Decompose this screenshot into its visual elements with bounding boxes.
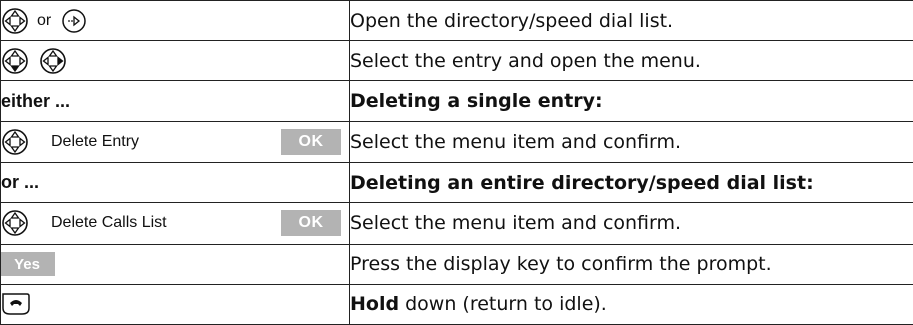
key-cell: Yes (0, 243, 350, 285)
key-cell: Delete Calls List OK (0, 202, 350, 245)
instruction-text: Open the directory/speed dial list. (349, 0, 913, 42)
key-cell: Delete Entry OK (0, 120, 350, 163)
instruction-text: Select the menu item and confirm. (349, 202, 913, 245)
control-key-icon (2, 209, 30, 237)
instruction-text: Select the entry and open the menu. (349, 40, 913, 82)
branch-label: either ... (0, 80, 350, 122)
table-row: Hold down (return to idle). (0, 283, 913, 325)
or-separator: or (37, 11, 52, 29)
table-row: or ... Deleting an entire directory/spee… (0, 161, 913, 204)
table-row: Delete Entry OK Select the menu item and… (0, 120, 913, 163)
section-heading: Deleting a single entry: (349, 80, 913, 122)
yes-softkey: Yes (1, 252, 55, 277)
key-cell: or (0, 0, 350, 42)
instruction-text: Hold down (return to idle). (349, 283, 913, 325)
control-key-icon (2, 7, 30, 35)
table-row: either ... Deleting a single entry: (0, 80, 913, 122)
key-cell (0, 283, 350, 325)
branch-label: or ... (0, 161, 350, 204)
menu-item-label: Delete Calls List (51, 214, 167, 232)
end-call-key-icon (2, 291, 32, 317)
instruction-rest-text: down (return to idle). (399, 293, 607, 316)
instruction-table: or Open the directory/speed dial list. S… (0, 0, 913, 325)
key-cell (0, 40, 350, 82)
emphasis-text: Hold (350, 293, 400, 316)
menu-item-label: Delete Entry (51, 132, 140, 150)
control-key-right-icon (39, 47, 67, 75)
menu-key-icon (61, 8, 87, 34)
control-key-down-icon (2, 47, 30, 75)
ok-softkey: OK (281, 128, 341, 155)
ok-softkey: OK (281, 210, 341, 237)
table-row: Select the entry and open the menu. (0, 40, 913, 82)
instruction-text: Select the menu item and confirm. (349, 120, 913, 163)
table-row: or Open the directory/speed dial list. (0, 0, 913, 42)
control-key-icon (2, 128, 30, 156)
table-row: Delete Calls List OK Select the menu ite… (0, 202, 913, 245)
table-row: Yes Press the display key to confirm the… (0, 243, 913, 285)
instruction-text: Press the display key to confirm the pro… (349, 243, 913, 285)
section-heading: Deleting an entire directory/speed dial … (349, 161, 913, 204)
